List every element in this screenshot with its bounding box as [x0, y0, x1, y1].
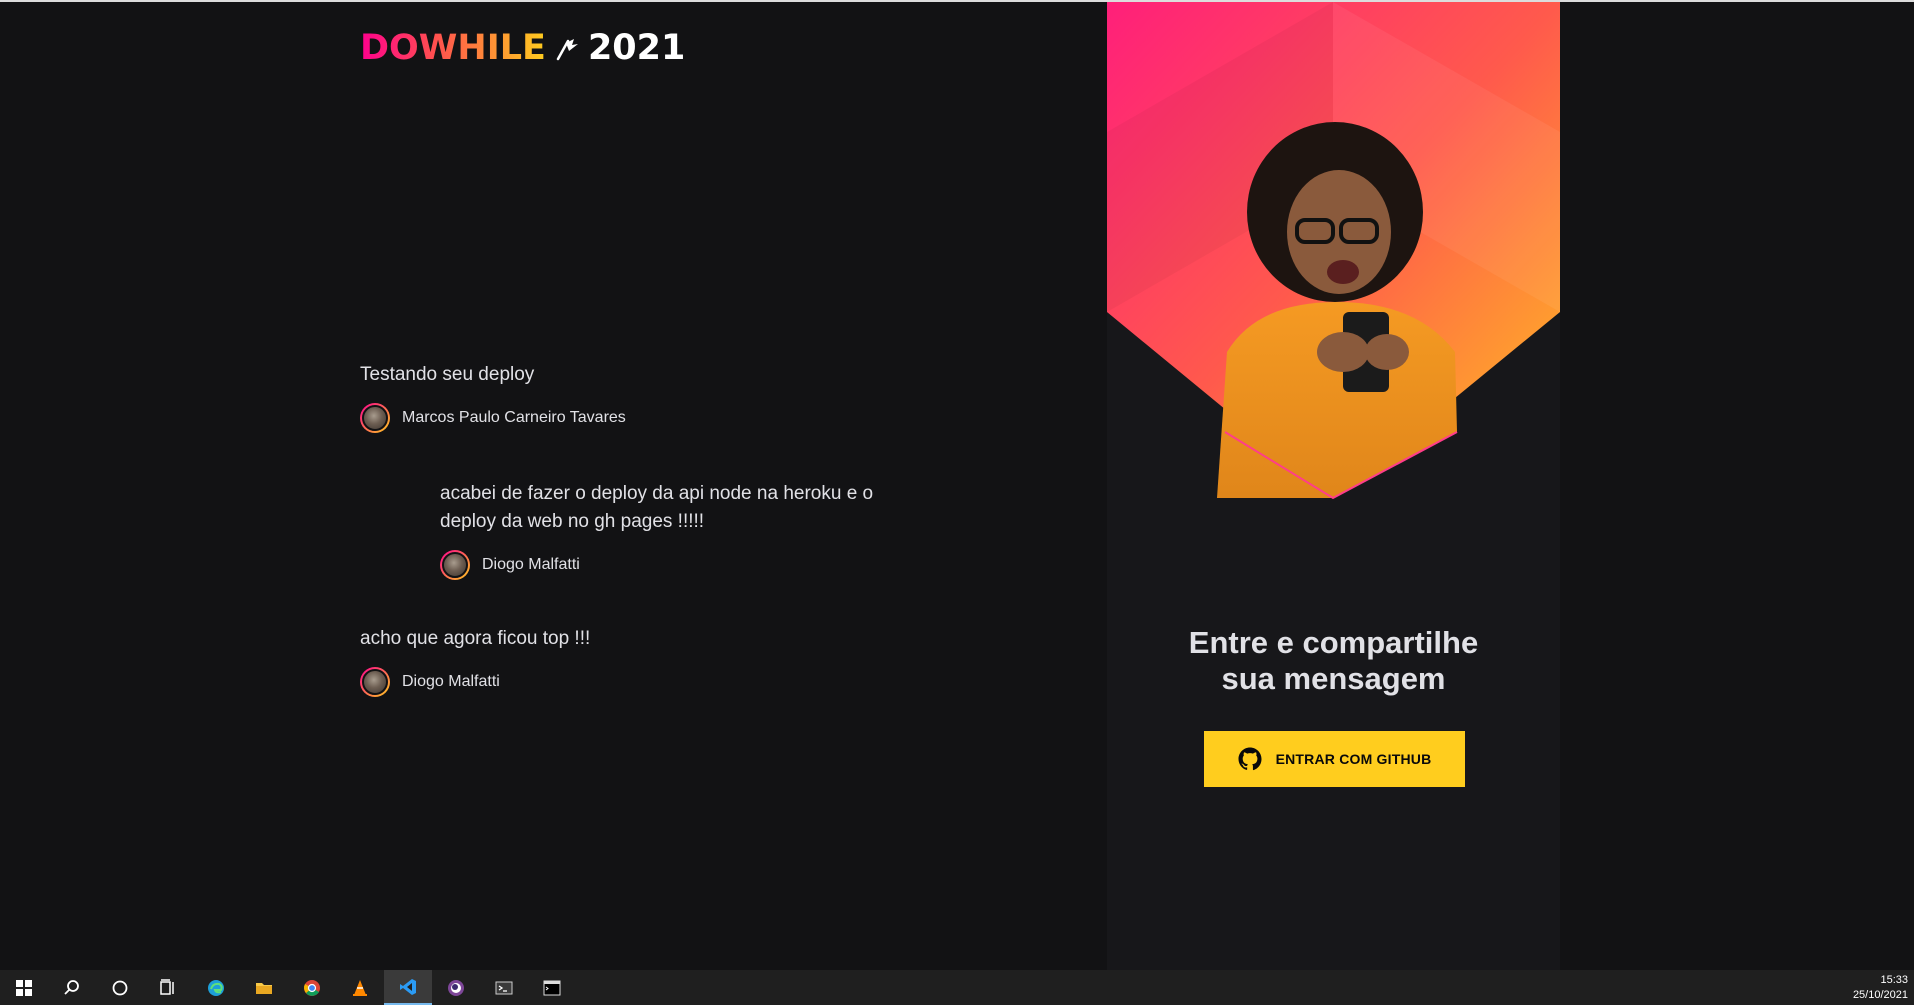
task-view-icon[interactable] [144, 970, 192, 1005]
github-login-button[interactable]: ENTRAR COM GITHUB [1204, 731, 1465, 787]
windows-taskbar: 15:33 25/10/2021 [0, 970, 1914, 1005]
vscode-icon[interactable] [384, 970, 432, 1005]
dowhile-logo: DOWHILE 2021 [360, 28, 685, 68]
message-item: Testando seu deploy Marcos Paulo Carneir… [360, 361, 880, 433]
cortana-icon[interactable] [96, 970, 144, 1005]
tor-icon[interactable] [432, 970, 480, 1005]
message-item: acabei de fazer o deploy da api node na … [440, 480, 880, 580]
username: Diogo Malfatti [402, 673, 500, 690]
github-icon [1238, 747, 1262, 771]
search-icon[interactable] [48, 970, 96, 1005]
logo-year: 2021 [587, 28, 686, 68]
message-user: Marcos Paulo Carneiro Tavares [360, 403, 880, 433]
message-item: acho que agora ficou top !!! Diogo Malfa… [360, 625, 880, 697]
panel-title-line-1: Entre e compartilhe [1188, 625, 1479, 660]
cmd-icon[interactable] [528, 970, 576, 1005]
terminal-icon[interactable] [480, 970, 528, 1005]
windows-start-icon[interactable] [0, 970, 48, 1005]
username: Marcos Paulo Carneiro Tavares [402, 409, 626, 426]
logo-word: DOWHILE [360, 28, 546, 68]
vlc-icon[interactable] [336, 970, 384, 1005]
avatar [360, 667, 390, 697]
message-user: Diogo Malfatti [360, 667, 880, 697]
panel-title-line-2: sua mensagem [1221, 661, 1446, 696]
avatar [360, 403, 390, 433]
app-screen: DOWHILE 2021 Testando seu deploy Marcos … [0, 0, 1914, 1005]
edge-icon[interactable] [192, 970, 240, 1005]
message-content: Testando seu deploy [360, 364, 535, 385]
system-clock[interactable]: 15:33 25/10/2021 [1853, 973, 1908, 1003]
rocket-flag-icon [556, 39, 578, 61]
login-panel: Entre e compartilhe sua mensagem ENTRAR … [1107, 2, 1560, 970]
avatar [440, 550, 470, 580]
message-content: acho que agora ficou top !!! [360, 628, 591, 649]
clock-date: 25/10/2021 [1852, 989, 1908, 1001]
message-user: Diogo Malfatti [440, 550, 880, 580]
panel-title: Entre e compartilhe sua mensagem [1107, 625, 1560, 697]
window-top-border [0, 0, 1914, 2]
username: Diogo Malfatti [482, 556, 580, 573]
banner-illustration [1107, 2, 1560, 500]
clock-time: 15:33 [1880, 974, 1908, 986]
message-content: acabei de fazer o deploy da api node na … [440, 483, 874, 532]
chrome-icon[interactable] [288, 970, 336, 1005]
github-login-label: ENTRAR COM GITHUB [1275, 751, 1432, 767]
file-explorer-icon[interactable] [240, 970, 288, 1005]
